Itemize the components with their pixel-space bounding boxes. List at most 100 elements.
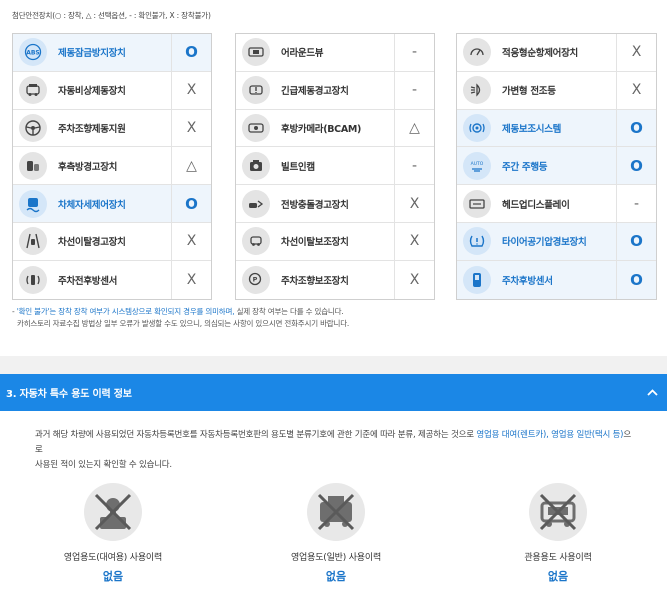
usage-government: 관용용도 사용이력 없음: [478, 483, 638, 584]
safety-notes: - '확인 불가'는 장착 장착 여부가 시스템상으로 확인되지 경우를 의미하…: [12, 306, 349, 330]
safety-item-name: 빌트인캠: [281, 161, 315, 173]
safety-item-name: 적응형순항제어장치: [502, 48, 578, 60]
abs-icon: ABS: [19, 38, 47, 67]
usage-general: 영업용도(일반) 사용이력 없음: [256, 483, 416, 584]
safety-item-name: 주차후방센서: [502, 275, 553, 287]
safety-item-name: 타이어공기압경보장치: [502, 237, 587, 249]
safety-item-mark: O: [616, 222, 656, 260]
safety-item-mark: O: [616, 147, 656, 185]
cruise-control-icon: [463, 38, 491, 67]
safety-item-mark: -: [394, 147, 434, 185]
safety-item-name: 전방충돌경고장치: [281, 199, 349, 211]
around-view-icon: [242, 38, 270, 67]
safety-item: 차체자세제어장치 O: [13, 185, 211, 223]
lane-warning-icon: [19, 227, 47, 256]
safety-item-name: 후측방경고장치: [58, 161, 118, 173]
note-highlight: '확인 불가'는 장착 장착 여부가 시스템상으로 확인되지 경우를 의미하며,: [16, 307, 235, 316]
safety-item-name: 자동비상제동장치: [58, 86, 126, 98]
safety-item: 차선이탈경고장치 X: [13, 222, 211, 261]
lane-assist-icon: [242, 227, 270, 256]
safety-item-mark: -: [394, 71, 434, 109]
safety-item: 제동보조시스템 O: [457, 109, 656, 148]
safety-column-1: ABS 제동잠금방지장치 O 자동비상제동장치 X 주차조향제동지원 X 후측방…: [12, 33, 212, 300]
rental-key-icon: [84, 483, 142, 541]
safety-item-name: 헤드업디스플레이: [502, 199, 570, 211]
note-line-1: - '확인 불가'는 장착 장착 여부가 시스템상으로 확인되지 경우를 의미하…: [12, 307, 344, 316]
safety-item-name: 긴급제동경고장치: [281, 86, 349, 98]
safety-item: 주차후방센서 O: [457, 260, 656, 299]
section-title: 3. 자동차 특수 용도 이력 정보: [6, 389, 132, 400]
safety-item: 후측방경고장치 △: [13, 147, 211, 186]
safety-item-name: 제동잠금방지장치: [58, 48, 126, 60]
steering-icon: [19, 113, 47, 142]
safety-item: 타이어공기압경보장치 O: [457, 222, 656, 261]
safety-item-name: 후방카메라(BCAM): [281, 123, 362, 135]
safety-item-mark: △: [171, 147, 211, 185]
safety-item-mark: △: [394, 109, 434, 147]
usage-rental: 영업용도(대여용) 사용이력 없음: [33, 483, 193, 584]
daytime-light-icon: AUTO: [463, 151, 491, 180]
stability-control-icon: [19, 189, 47, 218]
headlamp-icon: [463, 76, 491, 105]
safety-item-mark: X: [171, 109, 211, 147]
safety-item: 주차전후방센서 X: [13, 260, 211, 299]
section-header-special-usage[interactable]: 3. 자동차 특수 용도 이력 정보: [0, 374, 667, 411]
government-car-icon: [529, 483, 587, 541]
safety-item-mark: X: [394, 185, 434, 222]
safety-item-mark: O: [171, 34, 211, 71]
safety-item-mark: X: [171, 71, 211, 109]
safety-item: P 주차조향보조장치 X: [236, 260, 434, 299]
svg-text:ABS: ABS: [26, 50, 40, 57]
safety-item-name: 차선이탈보조장치: [281, 237, 349, 249]
safety-item-mark: X: [616, 71, 656, 109]
safety-item-mark: X: [394, 222, 434, 260]
rear-camera-icon: [242, 113, 270, 142]
rear-side-warning-icon: [19, 151, 47, 180]
safety-item: 가변형 전조등 X: [457, 71, 656, 110]
safety-item: 적응형순항제어장치 X: [457, 34, 656, 72]
safety-item-name: 차선이탈경고장치: [58, 237, 126, 249]
safety-item-mark: X: [616, 34, 656, 71]
taxi-icon: [307, 483, 365, 541]
safety-column-2: 어라운드뷰 - 긴급제동경고장치 - 후방카메라(BCAM) △ 빌트인캠 - …: [235, 33, 435, 300]
safety-item: 주차조향제동지원 X: [13, 109, 211, 148]
svg-text:AUTO: AUTO: [471, 161, 484, 167]
parking-sensor-icon: [19, 265, 47, 294]
safety-item-name: 가변형 전조등: [502, 86, 556, 98]
safety-legend: 첨단안전장치(○ : 장착, △ : 선택옵션, - : 확인불가, X : 장…: [12, 11, 211, 20]
chevron-up-icon[interactable]: [646, 386, 659, 399]
usage-label: 영업용도(일반) 사용이력: [290, 553, 382, 563]
safety-item: ABS 제동잠금방지장치 O: [13, 34, 211, 72]
safety-item-name: 차체자세제어장치: [58, 199, 126, 211]
safety-item-mark: X: [394, 260, 434, 299]
safety-item: AUTO 주간 주행등 O: [457, 147, 656, 186]
usage-value: 없음: [102, 570, 124, 583]
safety-item: 빌트인캠 -: [236, 147, 434, 186]
section-divider: [0, 356, 667, 374]
tpms-icon: [463, 227, 491, 256]
usage-label: 관용용도 사용이력: [524, 553, 592, 563]
rear-sensor-icon: [463, 265, 491, 294]
forward-collision-icon: [242, 189, 270, 218]
usage-value: 없음: [547, 570, 569, 583]
safety-item-name: 어라운드뷰: [281, 48, 324, 60]
safety-item-name: 주차조향제동지원: [58, 123, 126, 135]
safety-item-mark: X: [171, 222, 211, 260]
parking-assist-icon: P: [242, 265, 270, 294]
desc-highlight: 영업용 대여(렌트카), 영업용 일반(택시 등): [476, 430, 624, 440]
safety-item-name: 주차조향보조장치: [281, 275, 349, 287]
svg-text:P: P: [253, 275, 258, 283]
safety-item-mark: -: [394, 34, 434, 71]
safety-item: 차선이탈보조장치 X: [236, 222, 434, 261]
emergency-warning-icon: [242, 76, 270, 105]
safety-item: 자동비상제동장치 X: [13, 71, 211, 110]
safety-item-mark: O: [616, 109, 656, 147]
note-line-2: 카히스토리 자료수집 방법상 일부 오류가 발생할 수도 있으니, 의심되는 사…: [17, 319, 350, 328]
safety-item-mark: -: [616, 185, 656, 222]
hud-icon: [463, 189, 491, 218]
section-description: 과거 해당 차량에 사용되었던 자동차등록번호를 자동차등록번호판의 용도별 분…: [35, 430, 631, 470]
safety-item-name: 주차전후방센서: [58, 275, 118, 287]
safety-column-3: 적응형순항제어장치 X 가변형 전조등 X 제동보조시스템 O AUTO 주간 …: [456, 33, 657, 300]
safety-item: 후방카메라(BCAM) △: [236, 109, 434, 148]
usage-value: 없음: [325, 570, 347, 583]
